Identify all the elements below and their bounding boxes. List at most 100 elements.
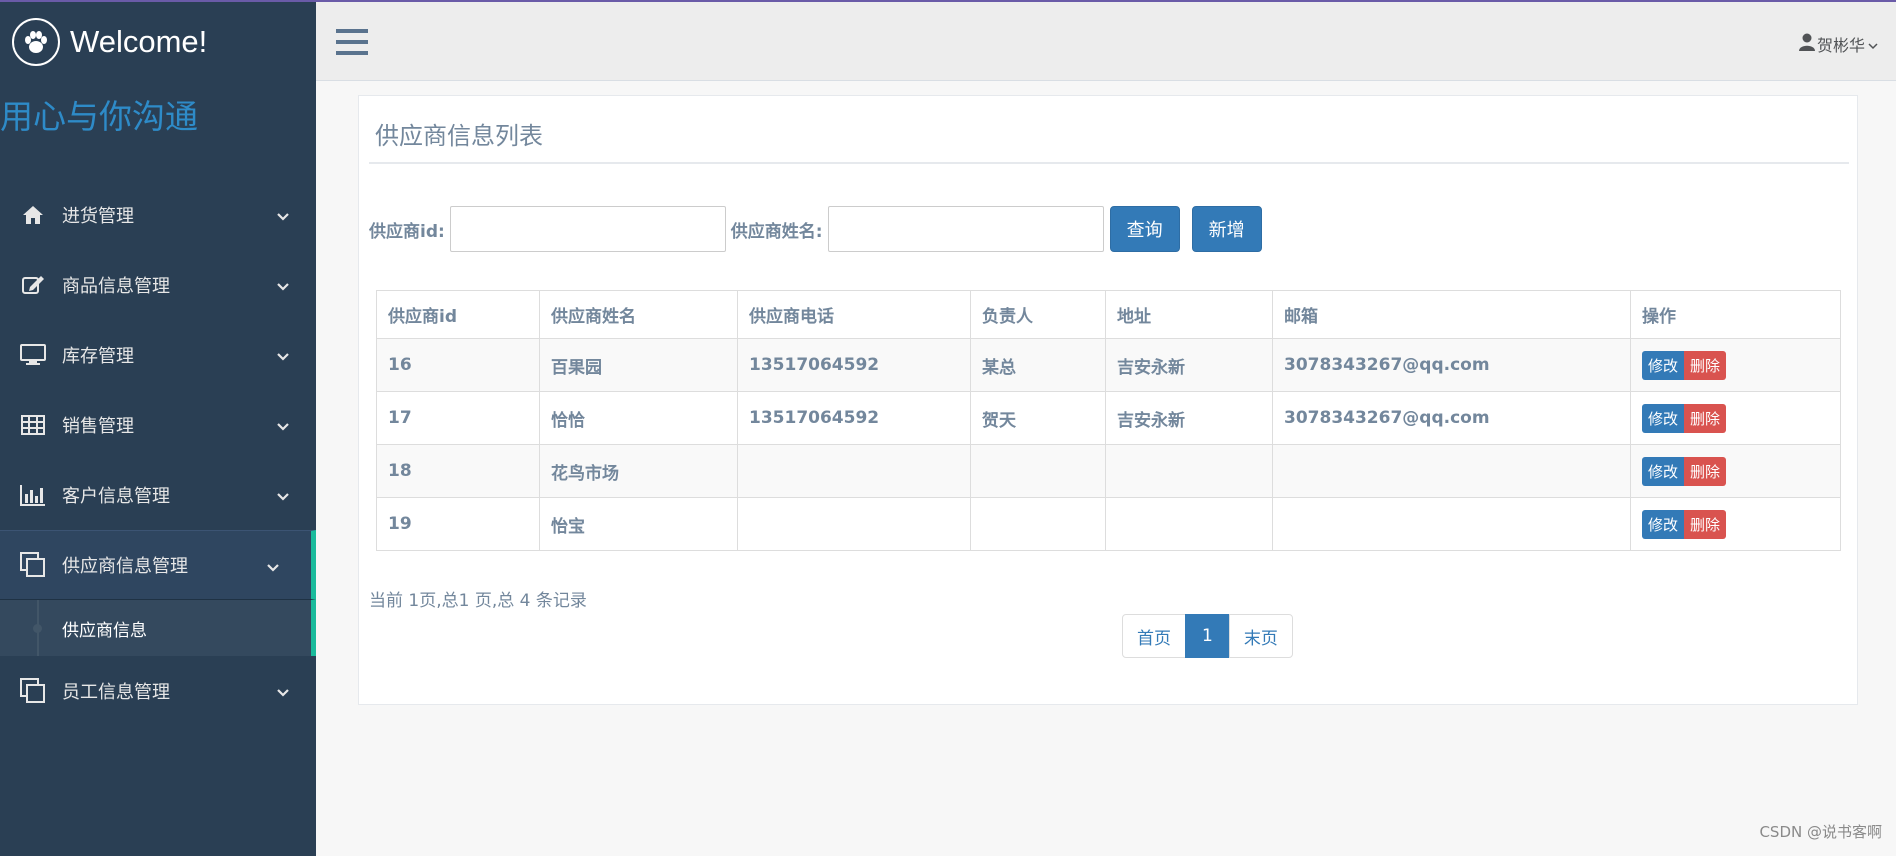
sidebar-item-products[interactable]: 商品信息管理 xyxy=(0,250,316,320)
cell-email xyxy=(1272,444,1631,498)
cell-phone xyxy=(737,497,971,551)
brand-title: Welcome! xyxy=(70,24,208,59)
chevron-down-icon xyxy=(276,486,290,507)
cell-id: 19 xyxy=(376,497,540,551)
supplier-id-input[interactable] xyxy=(449,206,726,252)
sidebar-item-label: 员工信息管理 xyxy=(62,682,170,703)
cell-email: 3078343267@qq.com xyxy=(1272,391,1631,445)
chevron-down-icon xyxy=(266,557,280,578)
sidebar-item-purchase[interactable]: 进货管理 xyxy=(0,180,316,250)
brand[interactable]: Welcome! xyxy=(12,18,207,66)
column-header: 供应商id xyxy=(376,290,540,339)
sidebar-item-sales[interactable]: 销售管理 xyxy=(0,390,316,460)
table-icon xyxy=(20,413,46,437)
table-row: 19 怡宝 修改 删除 xyxy=(376,497,1841,551)
page-info: 当前 1页,总1 页,总 4 条记录 xyxy=(369,591,587,611)
title-divider xyxy=(369,162,1849,164)
edit-button[interactable]: 修改 xyxy=(1642,456,1685,486)
last-page-link[interactable]: 末页 xyxy=(1228,614,1293,658)
desktop-icon xyxy=(20,343,46,367)
chevron-down-icon xyxy=(276,206,290,227)
current-page-link[interactable]: 1 xyxy=(1185,614,1230,658)
sidebar-item-label: 库存管理 xyxy=(62,346,134,367)
sidebar-item-employees[interactable]: 员工信息管理 xyxy=(0,656,316,726)
cell-contact xyxy=(970,444,1106,498)
column-header: 地址 xyxy=(1105,290,1273,339)
delete-button[interactable]: 删除 xyxy=(1684,350,1727,380)
column-header: 邮箱 xyxy=(1272,290,1631,339)
query-button[interactable]: 查询 xyxy=(1109,206,1180,252)
chevron-down-icon xyxy=(276,346,290,367)
table-row: 18 花鸟市场 修改 删除 xyxy=(376,444,1841,498)
paw-icon xyxy=(12,18,60,66)
sidebar-item-suppliers[interactable]: 供应商信息管理 xyxy=(0,530,316,600)
edit-button[interactable]: 修改 xyxy=(1642,350,1685,380)
bar-chart-icon xyxy=(20,483,46,507)
supplier-id-label: 供应商id: xyxy=(369,221,445,242)
clone-icon xyxy=(20,552,46,577)
add-button[interactable]: 新增 xyxy=(1191,206,1262,252)
cell-name: 恰恰 xyxy=(539,391,738,445)
chevron-down-icon xyxy=(276,682,290,703)
submenu-label: 供应商信息 xyxy=(62,620,147,641)
column-header: 负责人 xyxy=(970,290,1106,339)
cell-actions: 修改 删除 xyxy=(1630,444,1841,498)
user-menu[interactable]: 贺彬华 xyxy=(1798,32,1878,56)
delete-button[interactable]: 删除 xyxy=(1684,509,1727,539)
table-header-row: 供应商id 供应商姓名 供应商电话 负责人 地址 邮箱 操作 xyxy=(376,290,1841,339)
chevron-down-icon xyxy=(276,416,290,437)
delete-button[interactable]: 删除 xyxy=(1684,456,1727,486)
sidebar-item-label: 进货管理 xyxy=(62,206,134,227)
table-row: 16 百果园 13517064592 某总 吉安永新 3078343267@qq… xyxy=(376,338,1841,392)
cell-address: 吉安永新 xyxy=(1105,391,1273,445)
supplier-name-label: 供应商姓名: xyxy=(730,221,823,242)
sidebar-item-label: 销售管理 xyxy=(62,416,134,437)
cell-address: 吉安永新 xyxy=(1105,338,1273,392)
content-panel: 供应商信息列表 供应商id: 供应商姓名: 查询 新增 供应商id 供应商姓名 … xyxy=(358,95,1858,705)
home-icon xyxy=(20,203,46,227)
cell-name: 百果园 xyxy=(539,338,738,392)
page-title: 供应商信息列表 xyxy=(375,122,543,150)
cell-id: 17 xyxy=(376,391,540,445)
delete-button[interactable]: 删除 xyxy=(1684,403,1727,433)
cell-address xyxy=(1105,444,1273,498)
pagination: 首页 1 末页 xyxy=(1122,614,1293,658)
cell-id: 16 xyxy=(376,338,540,392)
supplier-name-input[interactable] xyxy=(827,206,1104,252)
edit-button[interactable]: 修改 xyxy=(1642,509,1685,539)
menu-toggle-icon[interactable] xyxy=(336,28,368,60)
cell-id: 18 xyxy=(376,444,540,498)
cell-email: 3078343267@qq.com xyxy=(1272,338,1631,392)
sidebar-item-label: 商品信息管理 xyxy=(62,276,170,297)
sidebar-item-label: 客户信息管理 xyxy=(62,486,170,507)
clone-icon xyxy=(20,678,46,703)
sidebar-item-label: 供应商信息管理 xyxy=(62,556,188,577)
search-form: 供应商id: 供应商姓名: 查询 新增 xyxy=(369,206,1262,252)
supplier-table: 供应商id 供应商姓名 供应商电话 负责人 地址 邮箱 操作 16 百果园 13… xyxy=(376,290,1841,551)
cell-actions: 修改 删除 xyxy=(1630,391,1841,445)
sidebar: Welcome! 用心与你沟通 进货管理 商品信息管理 库存管理 销售管理 客户… xyxy=(0,0,316,856)
column-header: 操作 xyxy=(1630,290,1841,339)
sidebar-item-inventory[interactable]: 库存管理 xyxy=(0,320,316,390)
first-page-link[interactable]: 首页 xyxy=(1122,614,1186,658)
cell-email xyxy=(1272,497,1631,551)
cell-phone xyxy=(737,444,971,498)
edit-button[interactable]: 修改 xyxy=(1642,403,1685,433)
edit-icon xyxy=(20,273,46,297)
cell-contact: 贺天 xyxy=(970,391,1106,445)
top-accent-line xyxy=(0,0,1896,2)
column-header: 供应商电话 xyxy=(737,290,971,339)
chevron-down-icon xyxy=(276,276,290,297)
cell-phone: 13517064592 xyxy=(737,338,971,392)
column-header: 供应商姓名 xyxy=(539,290,738,339)
cell-name: 花鸟市场 xyxy=(539,444,738,498)
submenu-item-supplier-info[interactable]: 供应商信息 xyxy=(0,600,316,656)
cell-actions: 修改 删除 xyxy=(1630,338,1841,392)
cell-phone: 13517064592 xyxy=(737,391,971,445)
submenu-dot xyxy=(33,624,42,633)
chevron-down-icon xyxy=(1868,35,1878,54)
cell-contact: 某总 xyxy=(970,338,1106,392)
cell-name: 怡宝 xyxy=(539,497,738,551)
sidebar-item-customers[interactable]: 客户信息管理 xyxy=(0,460,316,530)
user-icon xyxy=(1798,33,1815,55)
